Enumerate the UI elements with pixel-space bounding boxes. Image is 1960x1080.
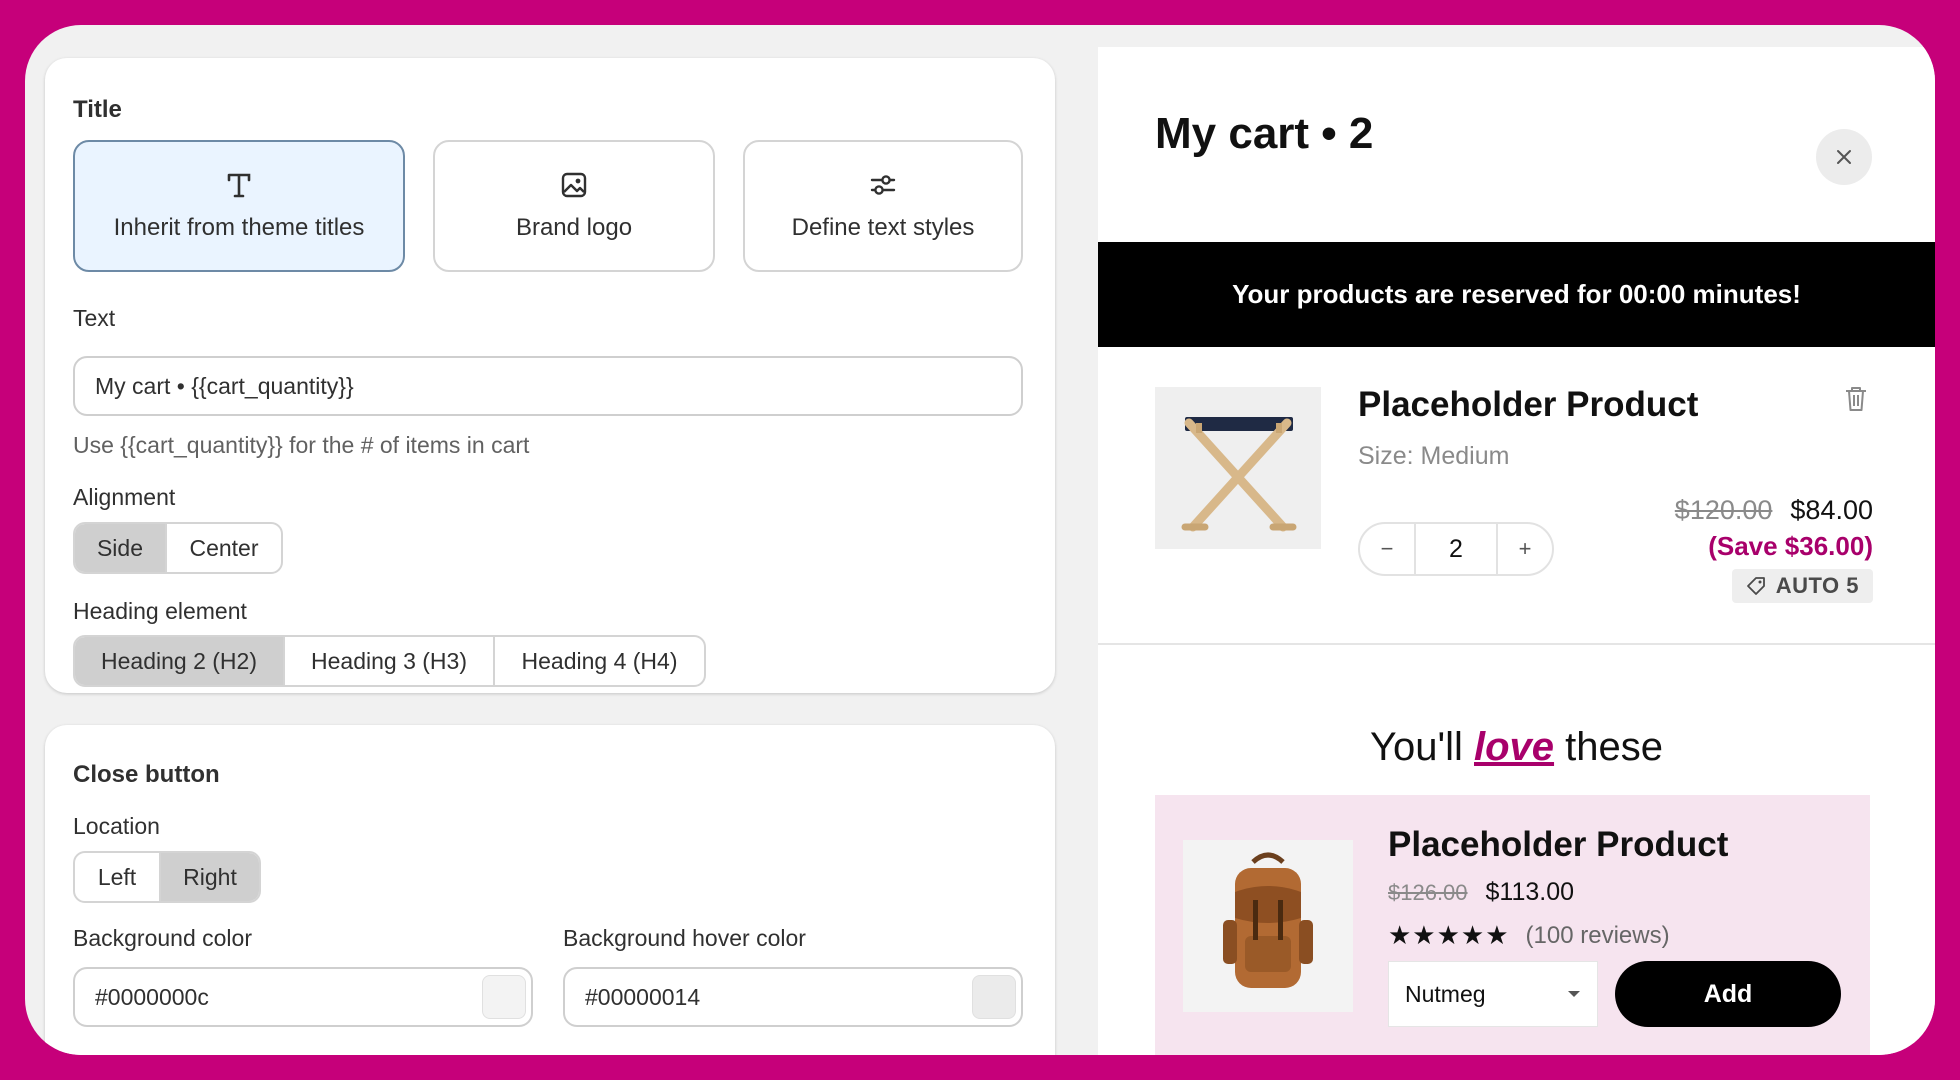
sliders-icon (870, 175, 896, 195)
text-field-label: Text (73, 305, 116, 331)
background-hover-color-input[interactable]: #00000014 (563, 967, 1023, 1027)
chevron-down-icon (1568, 991, 1580, 997)
background-color-input[interactable]: #0000000c (73, 967, 533, 1027)
title-text-hint: Use {{cart_quantity}} for the # of items… (73, 432, 530, 458)
option-label: Brand logo (515, 214, 633, 241)
add-to-cart-button[interactable]: Add (1615, 961, 1841, 1027)
upsell-compare-price: $126.00 (1388, 880, 1468, 905)
quantity-increase-button[interactable]: + (1498, 524, 1552, 574)
quantity-decrease-button[interactable]: − (1360, 524, 1414, 574)
reservation-timer-banner: Your products are reserved for 00:00 min… (1098, 242, 1935, 347)
title-settings-card: Title Inherit from theme titles Brand lo… (45, 58, 1055, 693)
upsell-heading: You'll love these (1098, 725, 1935, 770)
heading-h4-button[interactable]: Heading 4 (H4) (495, 637, 704, 685)
alignment-segmented-control: Side Center (73, 522, 283, 574)
backpack-image (1223, 852, 1313, 988)
title-text-value: My cart • {{cart_quantity}} (95, 372, 354, 399)
heading-h2-button[interactable]: Heading 2 (H2) (75, 637, 285, 685)
quantity-stepper: − 2 + (1358, 522, 1554, 576)
product-image-luggage-rack (1155, 387, 1321, 549)
upsell-heading-emphasis: love (1474, 725, 1555, 769)
luggage-rack-image (1181, 417, 1297, 532)
close-icon (1837, 150, 1851, 164)
line-item-name: Placeholder Product (1358, 385, 1699, 424)
upsell-product-name: Placeholder Product (1388, 825, 1729, 864)
discount-badge: AUTO 5 (1731, 569, 1873, 603)
discount-code: AUTO 5 (1775, 573, 1859, 598)
upsell-prices: $126.00 $113.00 (1388, 878, 1574, 907)
option-brand-logo[interactable]: Brand logo (433, 140, 715, 272)
tag-icon (1746, 577, 1765, 595)
product-image-backpack (1183, 840, 1353, 1012)
location-segmented-control: Left Right (73, 851, 261, 903)
alignment-center-button[interactable]: Center (167, 524, 281, 572)
alignment-side-button[interactable]: Side (75, 524, 167, 572)
upsell-heading-start: You'll (1369, 725, 1474, 769)
background-hover-color-label: Background hover color (563, 925, 806, 951)
cart-divider (1098, 643, 1935, 645)
title-text-input[interactable]: My cart • {{cart_quantity}} (73, 356, 1023, 416)
title-section-heading: Title (73, 96, 122, 123)
line-item-prices: $120.00 $84.00 (1675, 495, 1873, 526)
background-color-swatch[interactable] (482, 975, 526, 1019)
option-define-text-styles[interactable]: Define text styles (743, 140, 1023, 272)
star-rating-icon: ★★★★★ (1388, 920, 1510, 950)
alignment-label: Alignment (73, 484, 176, 510)
cart-close-button[interactable] (1816, 129, 1872, 185)
background-hover-color-value: #00000014 (585, 983, 701, 1010)
image-icon (561, 172, 587, 198)
text-t-icon (227, 173, 251, 198)
upsell-product-card: Placeholder Product $126.00 $113.00 ★★★★… (1155, 795, 1870, 1055)
option-inherit-theme-titles[interactable]: Inherit from theme titles (73, 140, 405, 272)
background-color-label: Background color (73, 925, 252, 951)
location-left-button[interactable]: Left (75, 853, 161, 901)
cart-drawer-preview: My cart • 2 Your products are reserved f… (1098, 47, 1935, 1055)
option-label: Define text styles (791, 214, 975, 241)
trash-icon[interactable] (1843, 385, 1869, 413)
upsell-rating: ★★★★★ (100 reviews) (1388, 920, 1670, 951)
quantity-value[interactable]: 2 (1414, 524, 1498, 574)
variant-select[interactable]: Nutmeg (1388, 961, 1598, 1027)
compare-at-price: $120.00 (1674, 495, 1773, 525)
cart-title: My cart • 2 (1155, 109, 1374, 158)
upsell-heading-end: these (1554, 725, 1664, 769)
line-item-variant: Size: Medium (1358, 442, 1510, 470)
heading-element-segmented-control: Heading 2 (H2) Heading 3 (H3) Heading 4 … (73, 635, 706, 687)
location-label: Location (73, 813, 160, 839)
heading-element-label: Heading element (73, 598, 247, 624)
heading-h3-button[interactable]: Heading 3 (H3) (285, 637, 495, 685)
upsell-price: $113.00 (1485, 878, 1575, 906)
variant-selected-value: Nutmeg (1405, 980, 1486, 1007)
background-color-value: #0000000c (95, 983, 209, 1010)
close-button-settings-card: Close button Location Left Right Backgro… (45, 725, 1055, 1055)
review-count: (100 reviews) (1525, 921, 1670, 949)
location-right-button[interactable]: Right (161, 853, 259, 901)
app-frame: Title Inherit from theme titles Brand lo… (25, 25, 1935, 1055)
option-label: Inherit from theme titles (113, 214, 365, 241)
savings-text: (Save $36.00) (1708, 531, 1873, 561)
background-hover-color-swatch[interactable] (972, 975, 1016, 1019)
close-section-heading: Close button (73, 761, 220, 788)
sale-price: $84.00 (1790, 495, 1873, 525)
